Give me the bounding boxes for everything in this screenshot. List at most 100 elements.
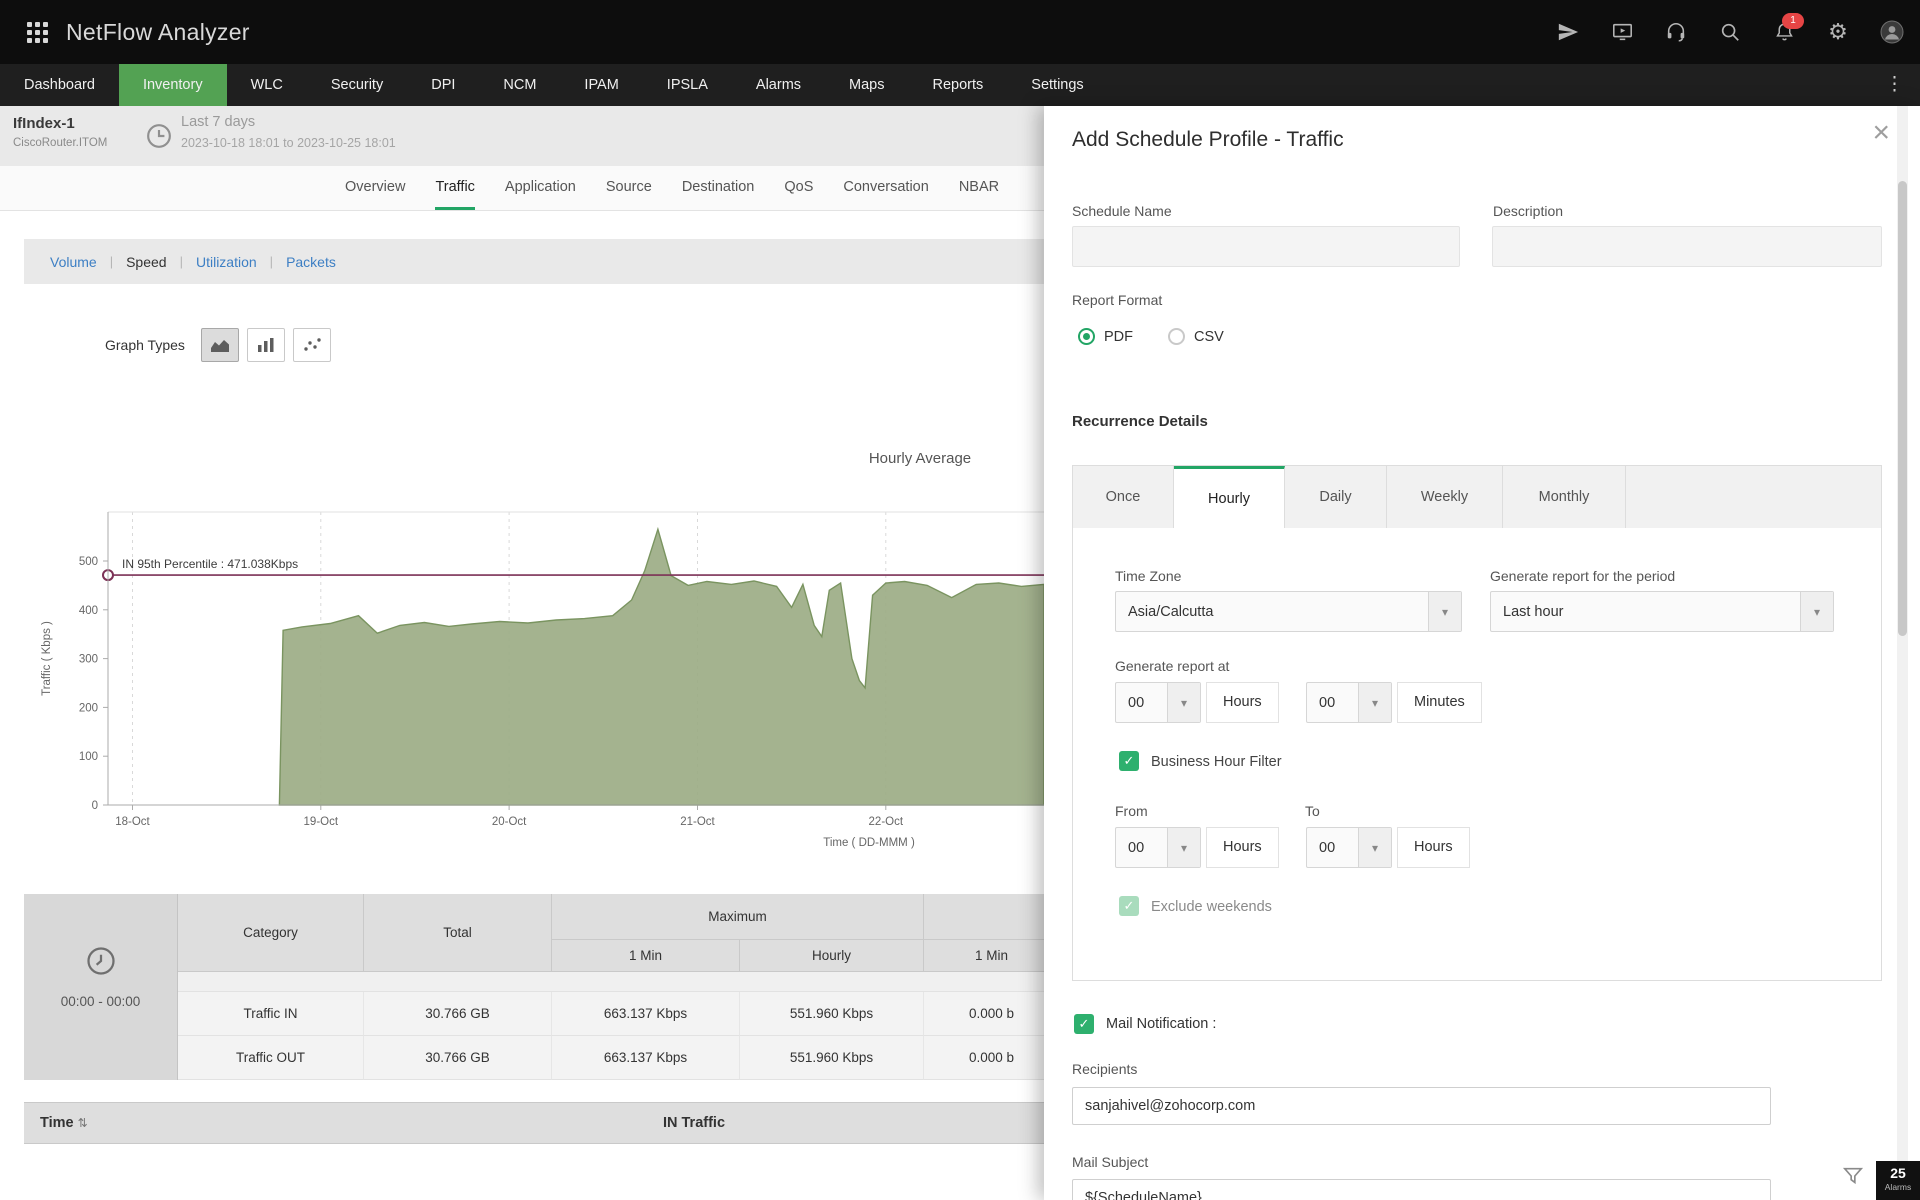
business-hour-filter-checkbox[interactable]: ✓ <box>1119 751 1139 771</box>
live-demo-monitor-icon[interactable] <box>1610 20 1634 44</box>
time-zone-label: Time Zone <box>1115 568 1182 584</box>
period-label[interactable]: Last 7 days <box>181 114 255 130</box>
tab-traffic[interactable]: Traffic <box>435 166 475 210</box>
subtab-utilization[interactable]: Utilization <box>196 254 257 270</box>
alarms-count-badge[interactable]: 25 Alarms <box>1876 1161 1920 1200</box>
report-period-label: Generate report for the period <box>1490 568 1676 584</box>
time-column-header[interactable]: Time ⇅ <box>40 1103 88 1143</box>
scrollbar-thumb[interactable] <box>1898 181 1907 636</box>
app-launcher-icon[interactable] <box>27 21 48 43</box>
chevron-down-icon[interactable]: ▾ <box>1800 592 1833 631</box>
support-headset-icon[interactable] <box>1664 20 1688 44</box>
x-tick-label: 18-Oct <box>115 816 150 828</box>
recurrence-tab-once[interactable]: Once <box>1073 466 1174 528</box>
y-tick-label: 500 <box>79 556 98 568</box>
report-period-select[interactable]: Last hour ▾ <box>1490 591 1834 632</box>
schedule-name-input[interactable] <box>1072 226 1460 267</box>
chevron-down-icon[interactable]: ▾ <box>1167 828 1200 867</box>
mail-subject-input[interactable] <box>1072 1179 1771 1200</box>
exclude-weekends-checkbox[interactable]: ✓ <box>1119 896 1139 916</box>
nav-item-wlc[interactable]: WLC <box>227 64 307 106</box>
time-table-header: Time ⇅ IN Traffic <box>24 1102 1060 1144</box>
col-header-total: Total <box>364 894 552 972</box>
nav-item-settings[interactable]: Settings <box>1007 64 1107 106</box>
subtab-speed[interactable]: Speed <box>126 254 166 270</box>
cell-max-1min: 663.137 Kbps <box>552 992 740 1036</box>
scatter-chart-icon <box>304 338 321 351</box>
generate-minutes-select[interactable]: 00 ▾ <box>1306 682 1392 723</box>
nav-item-dpi[interactable]: DPI <box>407 64 479 106</box>
nav-item-inventory[interactable]: Inventory <box>118 64 227 106</box>
recurrence-tab-monthly[interactable]: Monthly <box>1503 466 1626 528</box>
notifications-bell-icon[interactable]: 1 <box>1772 13 1804 44</box>
to-hours-select[interactable]: 00 ▾ <box>1306 827 1392 868</box>
nav-item-ipam[interactable]: IPAM <box>560 64 642 106</box>
cell-next-1min: 0.000 b <box>924 992 1060 1036</box>
subtab-packets[interactable]: Packets <box>286 254 336 270</box>
chart-title: Hourly Average <box>869 450 971 467</box>
generate-hours-select[interactable]: 00 ▾ <box>1115 682 1201 723</box>
recurrence-tab-weekly[interactable]: Weekly <box>1387 466 1503 528</box>
graph-type-area-button[interactable] <box>200 328 239 362</box>
close-icon[interactable]: × <box>1872 118 1890 148</box>
notification-count-badge: 1 <box>1782 13 1804 29</box>
chevron-down-icon[interactable]: ▾ <box>1358 828 1391 867</box>
from-hours-select[interactable]: 00 ▾ <box>1115 827 1201 868</box>
nav-item-alarms[interactable]: Alarms <box>732 64 825 106</box>
recurrence-tabs-filler <box>1626 466 1881 528</box>
mail-notification-checkbox[interactable]: ✓ <box>1074 1014 1094 1034</box>
alarm-filter-funnel-icon[interactable] <box>1842 1165 1864 1192</box>
chevron-down-icon[interactable]: ▾ <box>1428 592 1461 631</box>
time-period-clock-icon[interactable] <box>146 123 172 154</box>
time-zone-select[interactable]: Asia/Calcutta ▾ <box>1115 591 1462 632</box>
tab-source[interactable]: Source <box>606 166 652 210</box>
nav-item-security[interactable]: Security <box>307 64 407 106</box>
col-group-cut <box>924 894 1060 940</box>
description-input[interactable] <box>1492 226 1882 267</box>
tab-conversation[interactable]: Conversation <box>843 166 928 210</box>
tab-application[interactable]: Application <box>505 166 576 210</box>
chevron-down-icon[interactable]: ▾ <box>1358 683 1391 722</box>
settings-gear-icon[interactable]: ⚙ <box>1826 20 1850 44</box>
cell-max-1min: 663.137 Kbps <box>552 1036 740 1080</box>
nav-item-maps[interactable]: Maps <box>825 64 908 106</box>
device-subname: CiscoRouter.ITOM <box>13 137 108 149</box>
nav-overflow-menu-icon[interactable]: ⋮ <box>1869 64 1920 106</box>
pdf-radio[interactable] <box>1078 328 1095 345</box>
table-spacer-row <box>178 972 1060 992</box>
graph-type-bar-button[interactable] <box>246 328 285 362</box>
tab-qos[interactable]: QoS <box>784 166 813 210</box>
modal-scrollbar[interactable] <box>1897 106 1908 1200</box>
subtab-volume[interactable]: Volume <box>50 254 97 270</box>
chevron-down-icon[interactable]: ▾ <box>1167 683 1200 722</box>
nav-item-ipsla[interactable]: IPSLA <box>643 64 732 106</box>
graph-type-scatter-button[interactable] <box>292 328 331 362</box>
recurrence-tab-daily[interactable]: Daily <box>1285 466 1387 528</box>
recurrence-tab-hourly[interactable]: Hourly <box>1174 466 1285 528</box>
y-tick-label: 400 <box>79 605 98 617</box>
nav-item-ncm[interactable]: NCM <box>479 64 560 106</box>
send-paper-plane-icon[interactable] <box>1556 20 1580 44</box>
x-tick-label: 21-Oct <box>680 816 715 828</box>
time-window-cell: 00:00 - 00:00 <box>24 894 178 1080</box>
x-tick-label: 19-Oct <box>304 816 339 828</box>
csv-radio[interactable] <box>1168 328 1185 345</box>
cell-total: 30.766 GB <box>364 1036 552 1080</box>
alarms-widget: 25 Alarms <box>1842 1156 1920 1200</box>
time-window-clock-icon <box>86 946 116 979</box>
sort-icon[interactable]: ⇅ <box>78 1116 88 1130</box>
nav-item-reports[interactable]: Reports <box>909 64 1008 106</box>
y-tick-label: 100 <box>79 751 98 763</box>
from-hours-unit-label: Hours <box>1206 827 1279 868</box>
recurrence-details-heading: Recurrence Details <box>1072 413 1208 430</box>
tab-nbar[interactable]: NBAR <box>959 166 999 210</box>
tab-overview[interactable]: Overview <box>345 166 405 210</box>
search-icon[interactable] <box>1718 20 1742 44</box>
col-header-max-1min: 1 Min <box>552 940 740 972</box>
subtab-separator: | <box>179 254 183 269</box>
nav-item-dashboard[interactable]: Dashboard <box>0 64 119 106</box>
tab-destination[interactable]: Destination <box>682 166 755 210</box>
recipients-input[interactable] <box>1072 1087 1771 1125</box>
to-hours-value: 00 <box>1319 839 1336 856</box>
user-avatar[interactable] <box>1880 20 1904 44</box>
